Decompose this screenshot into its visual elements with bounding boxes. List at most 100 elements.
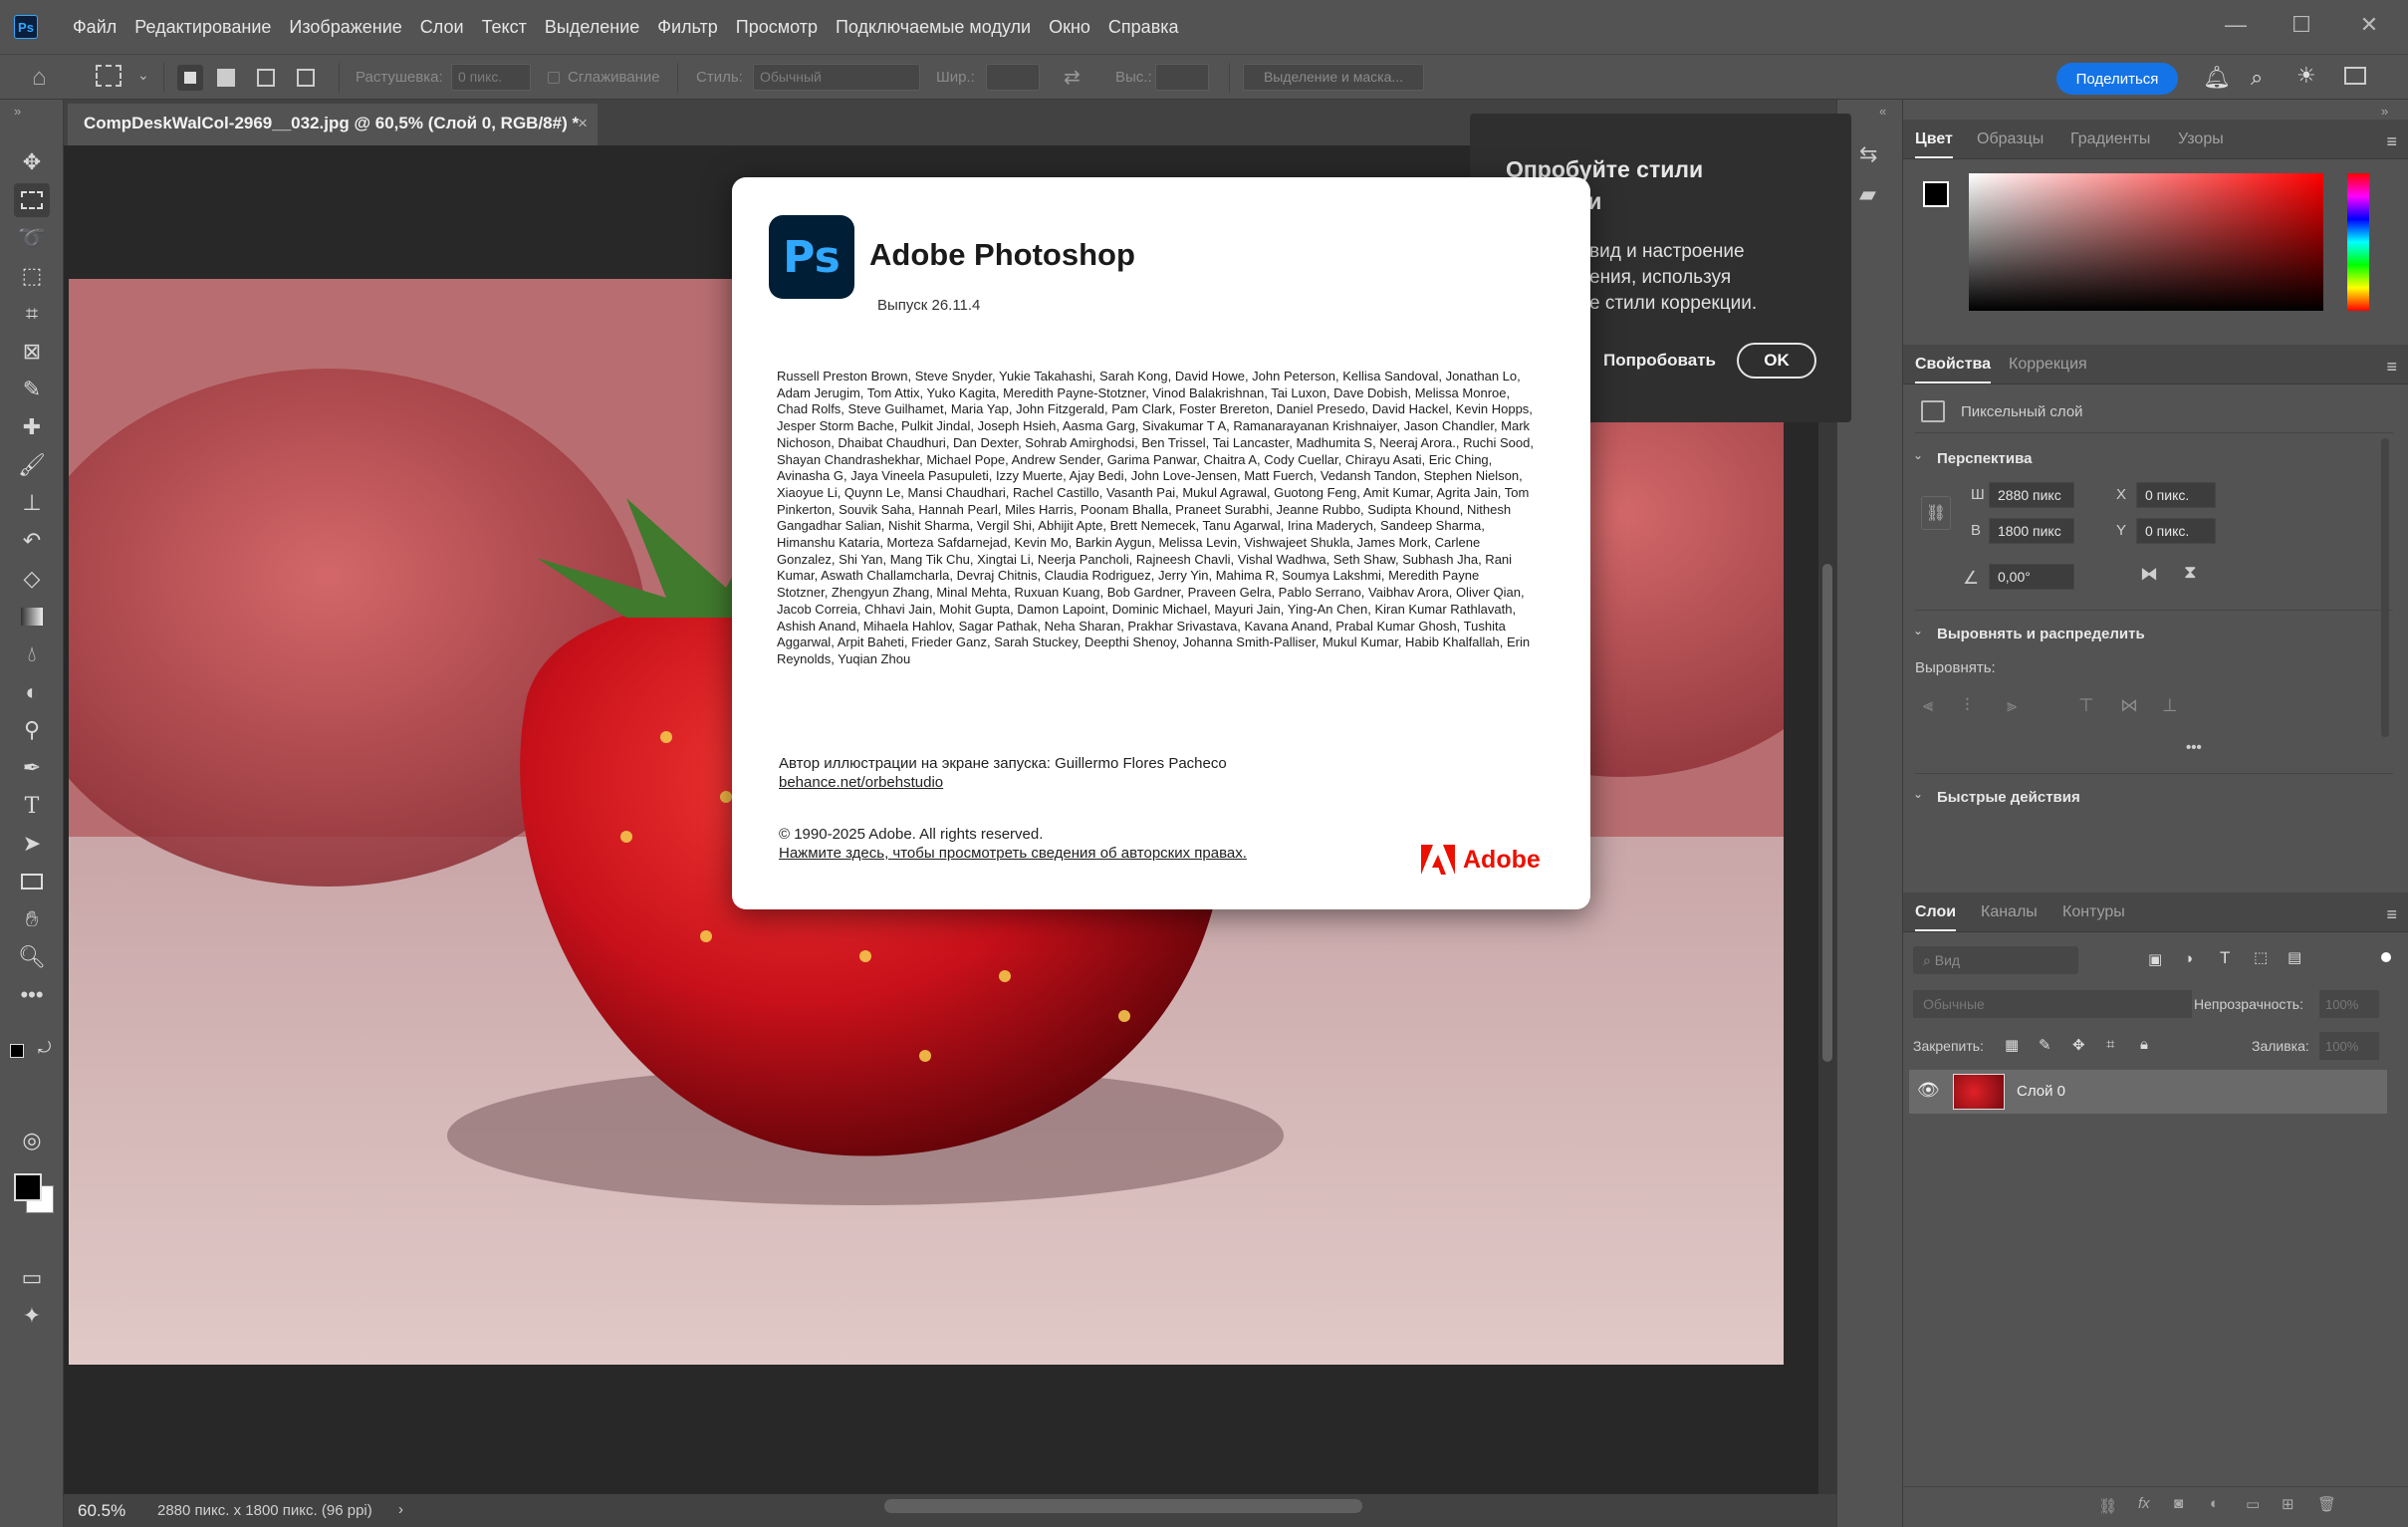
tab-swatches[interactable]: Образцы [1977, 130, 2044, 148]
more-options-button[interactable]: ••• [2186, 739, 2202, 756]
menu-help[interactable]: Справка [1099, 17, 1188, 38]
width-input[interactable] [986, 64, 1040, 91]
crop-tool-icon[interactable]: ⌗ [14, 297, 50, 331]
link-icon[interactable]: ⛓ [1921, 496, 1951, 530]
swap-icon[interactable]: ⇄ [1064, 65, 1081, 90]
y-input[interactable]: 0 пикс. [2136, 518, 2216, 544]
flip-vertical-icon[interactable]: ⧗ [2184, 562, 2197, 583]
default-colors-icon[interactable] [10, 1044, 24, 1058]
chevron-down-icon[interactable]: ⌄ [1913, 787, 1923, 801]
fill-input[interactable]: 100% [2319, 1032, 2379, 1060]
healing-brush-tool-icon[interactable]: ✚ [14, 410, 50, 444]
workspace-icon[interactable] [2344, 67, 2366, 85]
menu-window[interactable]: Окно [1040, 17, 1099, 38]
x-input[interactable]: 0 пикс. [2136, 482, 2216, 508]
tip-ok-button[interactable]: OK [1737, 343, 1816, 379]
copyright-link[interactable]: Нажмите здесь, чтобы просмотреть сведени… [779, 844, 1247, 863]
tab-color[interactable]: Цвет [1915, 130, 1953, 158]
filter-adjustment-icon[interactable]: ◑ [2184, 950, 2193, 967]
collapse-panels-icon[interactable]: » [2381, 104, 2388, 119]
menu-type[interactable]: Текст [473, 17, 536, 38]
height-input[interactable] [1155, 64, 1209, 91]
foreground-color-swatch[interactable] [1923, 181, 1949, 207]
visibility-eye-icon[interactable]: 👁︎ [1917, 1080, 1940, 1101]
height-input[interactable]: 1800 пикс [1989, 518, 2074, 544]
history-brush-tool-icon[interactable]: ↶ [14, 524, 50, 558]
menu-view[interactable]: Просмотр [727, 17, 827, 38]
tab-paths[interactable]: Контуры [2062, 903, 2125, 921]
align-middle-v-icon[interactable]: ⋈ [2120, 695, 2138, 716]
menu-filter[interactable]: Фильтр [648, 17, 726, 38]
lightbulb-icon[interactable]: ☀ [2296, 63, 2316, 89]
zoom-level[interactable]: 60.5% [78, 1501, 125, 1521]
eraser-tool-icon[interactable]: ◇ [14, 562, 50, 596]
path-selection-tool-icon[interactable]: ➤ [14, 827, 50, 861]
swap-colors-icon[interactable]: ⤾ [38, 1040, 51, 1058]
angle-input[interactable]: 0,00° [1989, 564, 2074, 590]
color-picker-field[interactable] [1969, 173, 2323, 311]
menu-file[interactable]: Файл [64, 17, 125, 38]
search-icon[interactable]: ⌕ [2251, 65, 2263, 91]
add-mask-icon[interactable]: ◙ [2174, 1495, 2183, 1512]
layer-name[interactable]: Слой 0 [2017, 1083, 2065, 1100]
object-selection-tool-icon[interactable]: ⬚ [14, 259, 50, 293]
comments-icon[interactable]: ▰ [1859, 181, 1876, 207]
align-top-icon[interactable]: ⊤ [2078, 695, 2094, 716]
new-layer-icon[interactable]: ⊞ [2282, 1495, 2294, 1513]
screen-mode-icon[interactable]: ▭ [14, 1261, 50, 1295]
filter-pixel-icon[interactable]: ▣ [2148, 950, 2162, 968]
menu-edit[interactable]: Редактирование [125, 17, 280, 38]
history-icon[interactable]: ⇆ [1859, 141, 1877, 167]
dodge-tool-icon[interactable]: ◐ [14, 675, 50, 709]
tab-gradients[interactable]: Градиенты [2070, 130, 2150, 148]
blur-tool-icon[interactable]: 💧︎ [14, 637, 50, 671]
panel-menu-icon[interactable]: ≡ [2386, 357, 2397, 378]
align-right-icon[interactable]: ⫸ [2007, 695, 2017, 716]
tab-layers[interactable]: Слои [1915, 903, 1957, 931]
filter-toggle[interactable] [2381, 952, 2391, 962]
fx-icon[interactable]: fx [2138, 1495, 2150, 1512]
zoom-tool-icon[interactable]: 🔍︎ [14, 940, 50, 974]
antialias-checkbox[interactable] [548, 72, 560, 84]
close-button[interactable]: ✕ [2352, 8, 2386, 42]
panel-menu-icon[interactable]: ≡ [2386, 904, 2397, 925]
generative-icon[interactable]: ✦ [14, 1299, 50, 1333]
document-tab[interactable]: CompDeskWalCol-2969__032.jpg @ 60,5% (Сл… [68, 104, 598, 145]
clone-stamp-tool-icon[interactable]: ⊥ [14, 486, 50, 520]
hand-tool-icon[interactable]: ✋︎ [14, 902, 50, 936]
layer-row[interactable]: 👁︎ Слой 0 [1909, 1070, 2387, 1114]
align-left-icon[interactable]: ⫷ [1923, 695, 1933, 716]
width-input[interactable]: 2880 пикс [1989, 482, 2074, 508]
select-and-mask-button[interactable]: Выделение и маска... [1243, 64, 1424, 91]
rectangle-tool-icon[interactable] [14, 865, 50, 898]
chevron-down-icon[interactable]: ⌄ [1913, 624, 1923, 637]
lock-all-icon[interactable]: 🔒︎ [2140, 1036, 2148, 1053]
filter-smart-object-icon[interactable]: ▤ [2288, 948, 2301, 966]
status-menu-arrow[interactable]: › [398, 1501, 403, 1518]
bell-icon[interactable]: 🔔︎ [2203, 65, 2231, 91]
tab-channels[interactable]: Каналы [1981, 903, 2038, 921]
move-tool-icon[interactable]: ✥ [14, 145, 50, 179]
maximize-button[interactable]: ☐ [2285, 8, 2318, 42]
marquee-tool-icon[interactable] [96, 65, 121, 87]
zoom-loupe-tool-icon[interactable]: ⚲ [14, 713, 50, 747]
collapse-icon[interactable]: « [1879, 104, 1886, 119]
align-center-h-icon[interactable]: ⫶ [1965, 695, 1970, 716]
menu-plugins[interactable]: Подключаемые модули [827, 17, 1040, 38]
lasso-tool-icon[interactable]: ➰ [14, 221, 50, 255]
opacity-input[interactable]: 100% [2319, 990, 2379, 1018]
align-bottom-icon[interactable]: ⊥ [2162, 695, 2178, 716]
try-button[interactable]: Попробовать [1603, 351, 1716, 371]
lock-artboard-icon[interactable]: ⌗ [2106, 1036, 2114, 1053]
properties-scrollbar[interactable] [2381, 438, 2389, 737]
new-group-icon[interactable]: ▭ [2246, 1495, 2260, 1513]
tab-properties[interactable]: Свойства [1915, 356, 1992, 383]
filter-type-icon[interactable]: T [2220, 948, 2230, 968]
feather-input[interactable]: 0 пикс. [451, 64, 531, 91]
layer-search-input[interactable]: ⌕ Вид [1913, 946, 2078, 974]
artist-link[interactable]: behance.net/orbehstudio [779, 773, 1227, 792]
delete-layer-icon[interactable]: 🗑︎ [2317, 1495, 2336, 1513]
type-tool-icon[interactable]: T [14, 789, 50, 823]
brush-tool-icon[interactable]: 🖌︎ [14, 448, 50, 482]
chevron-down-icon[interactable]: ⌄ [1913, 448, 1923, 462]
